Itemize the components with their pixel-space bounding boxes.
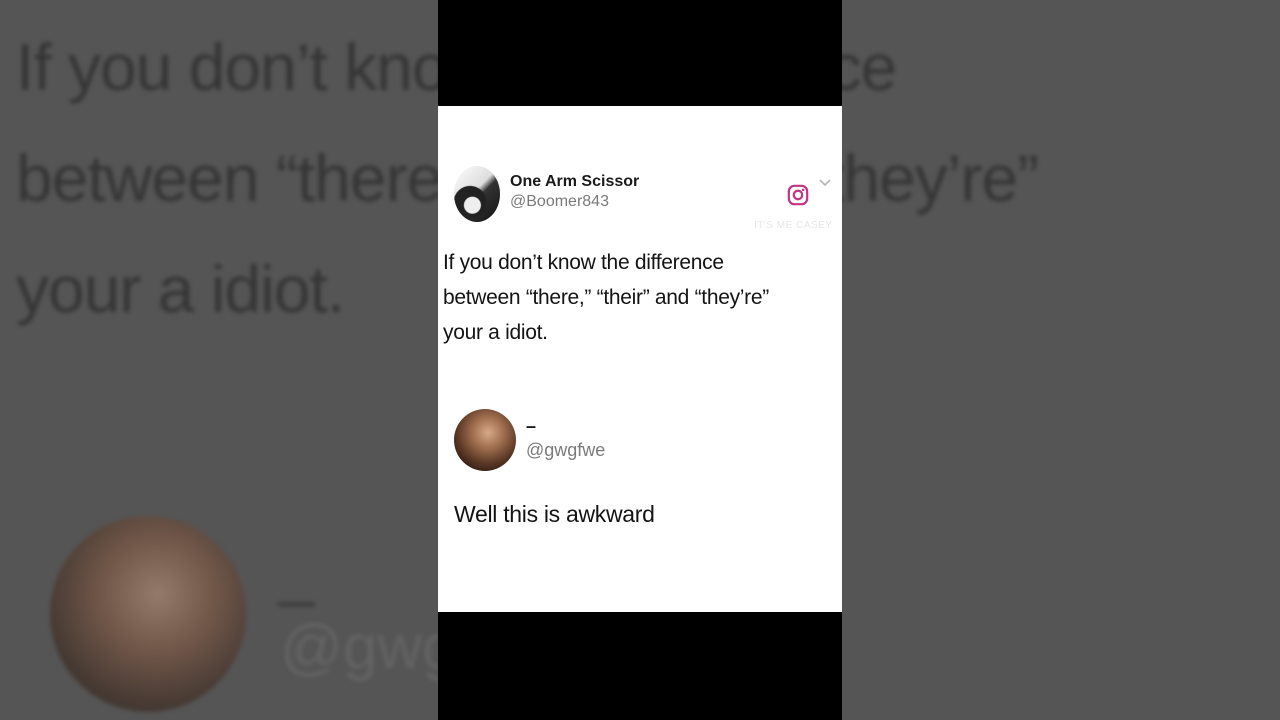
author-name[interactable]: One Arm Scissor bbox=[510, 173, 639, 191]
author-handle[interactable]: @Boomer843 bbox=[510, 193, 609, 211]
background-avatar bbox=[50, 516, 246, 712]
reply-author-name[interactable]: – bbox=[526, 416, 536, 437]
video-stage: If you don’t know the difference between… bbox=[0, 0, 1280, 720]
reply-text: Well this is awkward bbox=[454, 501, 655, 527]
reply-author-handle[interactable]: @gwgfwe bbox=[526, 440, 605, 461]
instagram-icon[interactable] bbox=[787, 184, 809, 206]
tweet-card: One Arm Scissor @Boomer843 IT'S ME CASEY… bbox=[438, 106, 842, 612]
video-frame: One Arm Scissor @Boomer843 IT'S ME CASEY… bbox=[438, 0, 842, 720]
author-avatar[interactable] bbox=[454, 166, 500, 222]
watermark: IT'S ME CASEY bbox=[754, 220, 833, 231]
reply-avatar[interactable] bbox=[454, 409, 516, 471]
chevron-down-icon[interactable] bbox=[818, 178, 832, 188]
tweet-text: If you don’t know the difference between… bbox=[443, 251, 769, 344]
